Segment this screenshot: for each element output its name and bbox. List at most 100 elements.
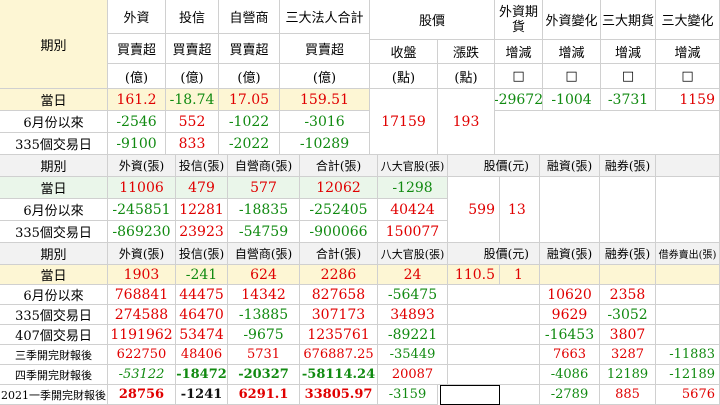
cell-total: -10289 bbox=[280, 133, 370, 155]
cell-foreign: 1191962 bbox=[108, 325, 176, 345]
cell-trust: 48406 bbox=[176, 345, 228, 365]
header-price: 股價(元) bbox=[448, 155, 540, 177]
cell-short: 2358 bbox=[600, 285, 656, 305]
sub-change: 漲跌 bbox=[438, 40, 495, 64]
price-empty bbox=[448, 305, 540, 325]
header-foreign: 外資 bbox=[108, 0, 166, 34]
row-label: 當日 bbox=[0, 265, 108, 285]
cell-total: 676887.25 bbox=[300, 345, 378, 365]
selected-cell[interactable] bbox=[440, 385, 500, 405]
sub-change-unit: (點) bbox=[438, 64, 495, 89]
cell-eight: 40424 bbox=[378, 199, 448, 221]
header-fut-foreign: 外資期貨 bbox=[495, 0, 543, 40]
cell-total: -900066 bbox=[300, 221, 378, 243]
cell-lend: 5676 bbox=[656, 385, 720, 405]
period-header: 期別 bbox=[0, 0, 108, 89]
cell-trust: -1241 bbox=[176, 385, 228, 405]
row-label: 2021一季開完財報後 bbox=[0, 385, 108, 405]
header-price: 股價(元) bbox=[448, 243, 540, 265]
sub-unit-dealer: (億) bbox=[219, 64, 280, 89]
margin-empty bbox=[540, 177, 600, 243]
cell-total: 33805.97 bbox=[300, 385, 378, 405]
cell-lend bbox=[656, 305, 720, 325]
short-empty bbox=[600, 177, 656, 243]
row-label: 6月份以來 bbox=[0, 285, 108, 305]
cell-dealer: -18835 bbox=[228, 199, 300, 221]
cell-trust: 46470 bbox=[176, 305, 228, 325]
cell-foreign: 28756 bbox=[108, 385, 176, 405]
sub-box-1: □ bbox=[495, 64, 543, 89]
cell-eight: 150077 bbox=[378, 221, 448, 243]
cell-foreign: -2546 bbox=[108, 111, 166, 133]
cell-eight: 34893 bbox=[378, 305, 448, 325]
header-foreign: 外資(張) bbox=[108, 155, 176, 177]
cell-dealer: 17.05 bbox=[219, 89, 280, 111]
fut-foreign-chg-value: -1004 bbox=[543, 89, 601, 111]
cell-trust: 23923 bbox=[176, 221, 228, 243]
header-fut-foreign-chg: 外資變化 bbox=[543, 0, 601, 40]
cell-dealer: -1022 bbox=[219, 111, 280, 133]
cell-eight: -35449 bbox=[378, 345, 448, 365]
cell-trust: -18.74 bbox=[166, 89, 219, 111]
price-value: 110.5 bbox=[448, 265, 500, 285]
cell-dealer: -2022 bbox=[219, 133, 280, 155]
row-label: 6月份以來 bbox=[0, 199, 108, 221]
cell-dealer: -20327 bbox=[228, 365, 300, 385]
cell-dealer: 14342 bbox=[228, 285, 300, 305]
cell-total: 12062 bbox=[300, 177, 378, 199]
cell-foreign: -869230 bbox=[108, 221, 176, 243]
row-label: 當日 bbox=[0, 177, 108, 199]
cell-short: 3287 bbox=[600, 345, 656, 365]
sub-inc-2: 增減 bbox=[543, 40, 601, 64]
cell-lend bbox=[656, 265, 720, 285]
header-trust: 投信(張) bbox=[176, 243, 228, 265]
cell-total: 1235761 bbox=[300, 325, 378, 345]
cell-margin: 10620 bbox=[540, 285, 600, 305]
row-label: 當日 bbox=[0, 89, 108, 111]
cell-total: 307173 bbox=[300, 305, 378, 325]
close-value: 17159 bbox=[370, 89, 438, 155]
sub-unit-trust: (億) bbox=[166, 64, 219, 89]
fut-big3-chg-value: 1159 bbox=[656, 89, 720, 111]
cell-dealer: 577 bbox=[228, 177, 300, 199]
cell-trust: -18472 bbox=[176, 365, 228, 385]
header-dealer: 自營商(張) bbox=[228, 155, 300, 177]
price-empty bbox=[448, 285, 540, 305]
sub-box-4: □ bbox=[656, 64, 720, 89]
sub-inc-1: 增減 bbox=[495, 40, 543, 64]
header-price: 股價 bbox=[370, 0, 495, 40]
change-value: 193 bbox=[438, 89, 495, 155]
cell-lend: -11883 bbox=[656, 345, 720, 365]
cell-foreign: -245851 bbox=[108, 199, 176, 221]
header-total3: 三大法人合計 bbox=[280, 0, 370, 34]
sub-box-3: □ bbox=[601, 64, 656, 89]
header-short: 融券(張) bbox=[600, 155, 656, 177]
cell-trust: 833 bbox=[166, 133, 219, 155]
cell-eight: 24 bbox=[378, 265, 448, 285]
sub-unit-total: (億) bbox=[280, 64, 370, 89]
row-label: 335個交易日 bbox=[0, 305, 108, 325]
sub-buysell-dealer: 買賣超 bbox=[219, 34, 280, 64]
cell-margin: -4086 bbox=[540, 365, 600, 385]
row-label: 6月份以來 bbox=[0, 111, 108, 133]
cell-foreign: -9100 bbox=[108, 133, 166, 155]
sub-buysell-foreign: 買賣超 bbox=[108, 34, 166, 64]
cell-dealer: 6291.1 bbox=[228, 385, 300, 405]
cell-margin: -2789 bbox=[540, 385, 600, 405]
fut-big3-value: -3731 bbox=[601, 89, 656, 111]
cell-short bbox=[600, 265, 656, 285]
header-eight: 八大官股(張) bbox=[378, 243, 448, 265]
sub-inc-4: 增減 bbox=[656, 40, 720, 64]
header-total: 合計(張) bbox=[300, 155, 378, 177]
cell-foreign: 768841 bbox=[108, 285, 176, 305]
sub-buysell-total: 買賣超 bbox=[280, 34, 370, 64]
sub-unit-foreign: (億) bbox=[108, 64, 166, 89]
cell-dealer: -9675 bbox=[228, 325, 300, 345]
cell-foreign: 161.2 bbox=[108, 89, 166, 111]
sub-buysell-trust: 買賣超 bbox=[166, 34, 219, 64]
cell-eight: -1298 bbox=[378, 177, 448, 199]
header-trust: 投信 bbox=[166, 0, 219, 34]
cell-lend bbox=[656, 285, 720, 305]
cell-lend: -12189 bbox=[656, 365, 720, 385]
cell-margin: -16453 bbox=[540, 325, 600, 345]
